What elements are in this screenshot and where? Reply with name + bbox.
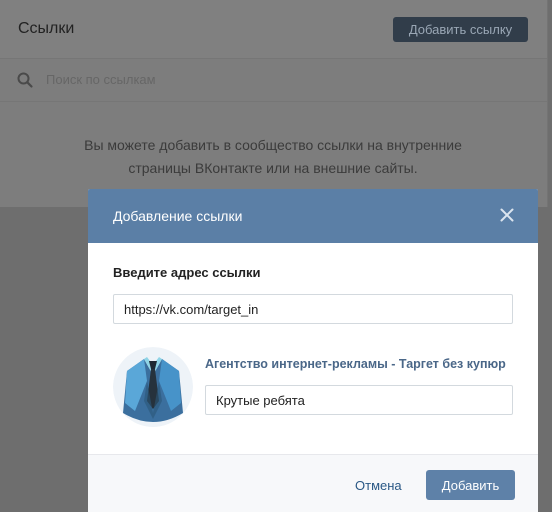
- search-icon: [17, 72, 33, 88]
- add-link-button[interactable]: Добавить ссылку: [393, 17, 528, 42]
- close-icon[interactable]: [500, 208, 514, 222]
- dialog-title: Добавление ссылки: [113, 208, 243, 224]
- search-row[interactable]: Поиск по ссылкам: [0, 59, 547, 102]
- add-link-dialog: Добавление ссылки Введите адрес ссылки А…: [88, 189, 538, 512]
- dialog-header: Добавление ссылки: [88, 189, 538, 243]
- empty-text-line-1: Вы можете добавить в сообщество ссылки н…: [84, 137, 462, 153]
- empty-state-text: Вы можете добавить в сообщество ссылки н…: [40, 134, 506, 180]
- add-button[interactable]: Добавить: [426, 470, 515, 500]
- page-title: Ссылки: [18, 20, 75, 37]
- search-input[interactable]: Поиск по ссылкам: [46, 72, 156, 87]
- link-title[interactable]: Агентство интернет-рекламы - Таргет без …: [205, 357, 506, 371]
- dialog-footer: Отмена Добавить: [88, 454, 538, 512]
- suit-avatar-icon: [113, 347, 193, 427]
- cancel-button[interactable]: Отмена: [355, 478, 402, 493]
- empty-text-line-2: страницы ВКонтакте или на внешние сайты.: [128, 160, 418, 176]
- url-field-label: Введите адрес ссылки: [113, 265, 261, 280]
- links-page: Ссылки Добавить ссылку Поиск по ссылкам …: [0, 0, 548, 207]
- link-description-input[interactable]: [205, 385, 513, 415]
- url-input[interactable]: [113, 294, 513, 324]
- page-header: Ссылки Добавить ссылку: [0, 0, 547, 59]
